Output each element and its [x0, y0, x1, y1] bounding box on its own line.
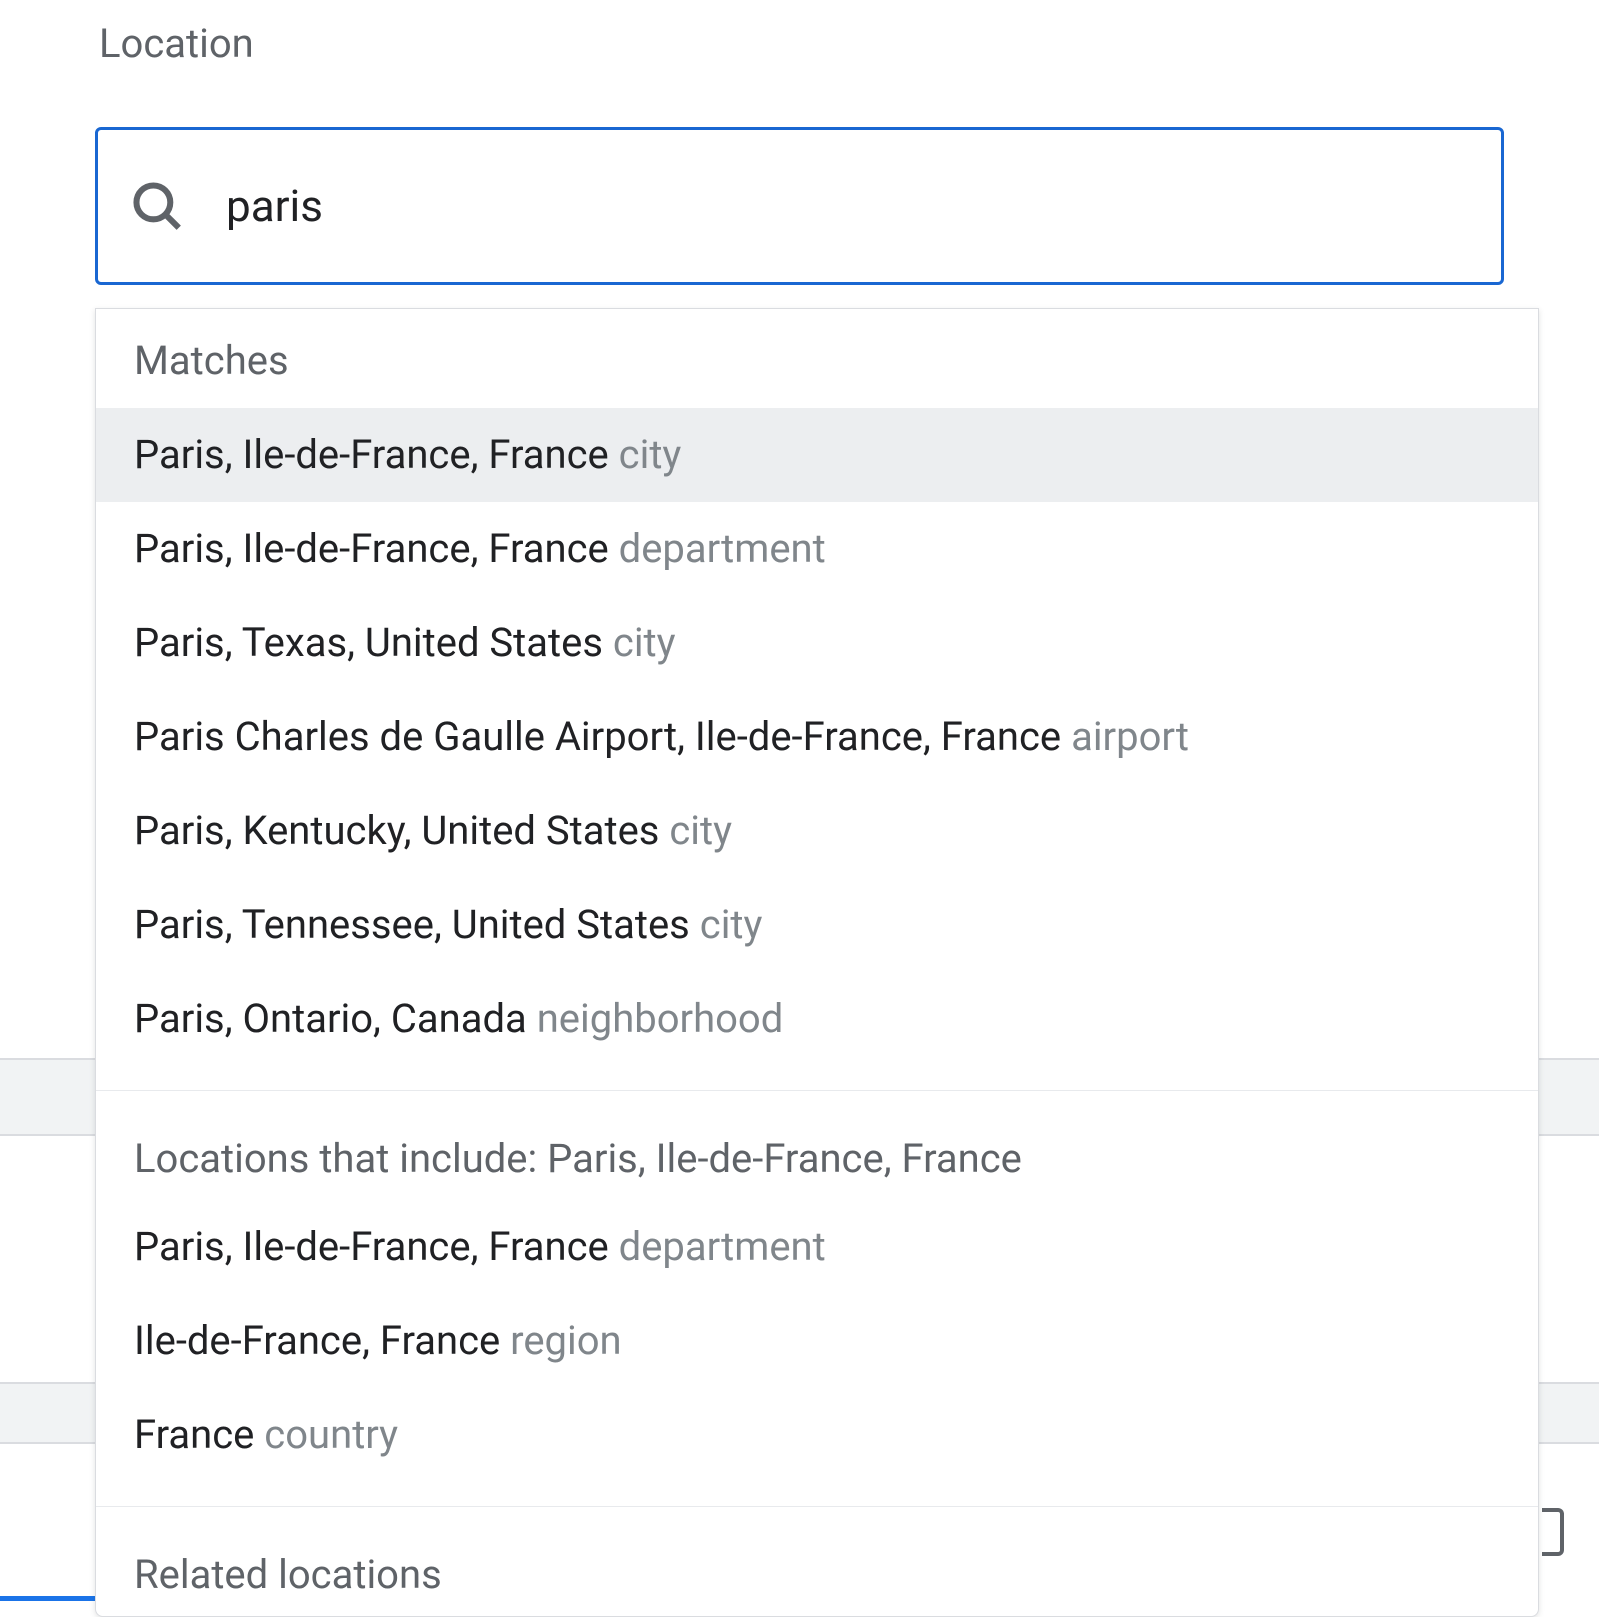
matches-list: Paris, Ile-de-France, France cityParis, …: [96, 408, 1538, 1066]
location-option-name: France: [134, 1411, 254, 1458]
matches-section-header: Matches: [96, 309, 1538, 408]
location-field-label: Location: [99, 20, 1504, 67]
includes-section-header: Locations that include: Paris, Ile-de-Fr…: [96, 1090, 1538, 1200]
location-option-type: neighborhood: [537, 995, 784, 1042]
location-option[interactable]: Paris, Tennessee, United States city: [96, 878, 1538, 972]
location-option-type: airport: [1071, 713, 1189, 760]
location-option[interactable]: Ile-de-France, France region: [96, 1294, 1538, 1388]
location-option[interactable]: Paris, Ontario, Canada neighborhood: [96, 972, 1538, 1066]
location-option-type: department: [619, 1223, 826, 1270]
location-option[interactable]: Paris, Texas, United States city: [96, 596, 1538, 690]
location-option[interactable]: France country: [96, 1388, 1538, 1482]
location-option-name: Ile-de-France, France: [134, 1317, 500, 1364]
includes-list: Paris, Ile-de-France, France departmentI…: [96, 1200, 1538, 1482]
location-option-type: city: [613, 619, 676, 666]
partial-element-edge: [1542, 1508, 1564, 1556]
location-option-name: Paris, Ile-de-France, France: [134, 525, 609, 572]
location-option-type: city: [619, 431, 682, 478]
search-icon: [128, 177, 186, 235]
location-search-box[interactable]: [95, 127, 1504, 285]
location-option-name: Paris, Tennessee, United States: [134, 901, 690, 948]
location-option[interactable]: Paris, Kentucky, United States city: [96, 784, 1538, 878]
location-option[interactable]: Paris, Ile-de-France, France department: [96, 502, 1538, 596]
location-option-type: country: [264, 1411, 398, 1458]
location-option-type: city: [700, 901, 763, 948]
location-option-type: region: [510, 1317, 621, 1364]
location-option-name: Paris, Ile-de-France, France: [134, 431, 609, 478]
location-search-input[interactable]: [226, 180, 1471, 232]
location-option-name: Paris, Ontario, Canada: [134, 995, 527, 1042]
location-option-name: Paris Charles de Gaulle Airport, Ile-de-…: [134, 713, 1061, 760]
location-option-type: department: [619, 525, 826, 572]
location-option[interactable]: Paris, Ile-de-France, France department: [96, 1200, 1538, 1294]
location-dropdown: Matches Paris, Ile-de-France, France cit…: [95, 308, 1539, 1617]
location-option-name: Paris, Ile-de-France, France: [134, 1223, 609, 1270]
location-option[interactable]: Paris, Ile-de-France, France city: [96, 408, 1538, 502]
location-option[interactable]: Paris Charles de Gaulle Airport, Ile-de-…: [96, 690, 1538, 784]
location-option-name: Paris, Kentucky, United States: [134, 807, 659, 854]
location-option-name: Paris, Texas, United States: [134, 619, 603, 666]
location-option-type: city: [669, 807, 732, 854]
